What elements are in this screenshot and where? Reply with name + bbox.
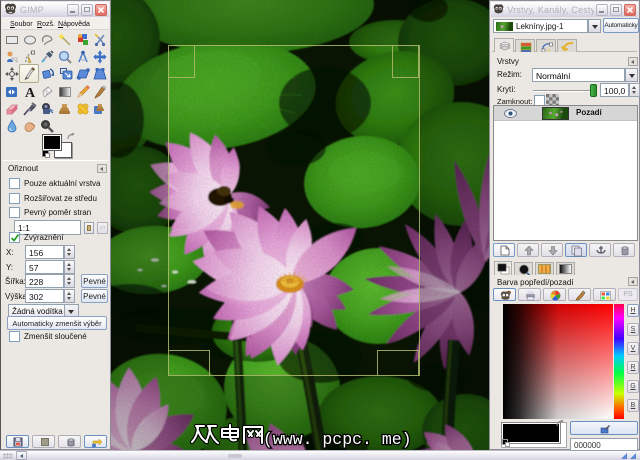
svg-text:(www. pcpc. me): (www. pcpc. me) <box>263 430 412 449</box>
svg-text:A: A <box>24 86 35 99</box>
